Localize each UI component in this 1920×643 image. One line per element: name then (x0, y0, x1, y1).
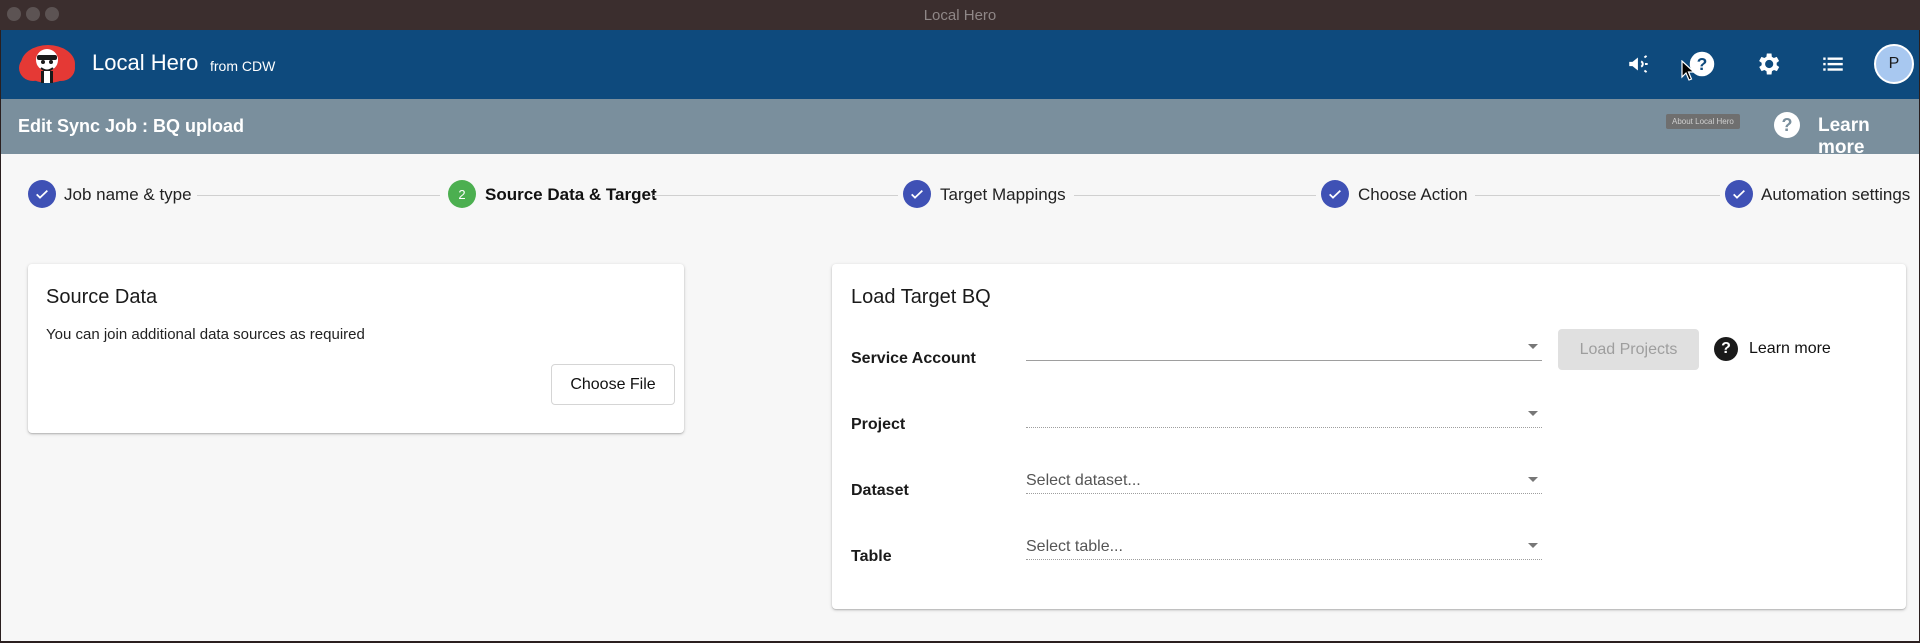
step-3-label[interactable]: Target Mappings (940, 185, 1066, 205)
service-account-label: Service Account (851, 350, 976, 367)
dataset-label: Dataset (851, 482, 909, 499)
mouse-cursor-icon (1681, 60, 1696, 81)
chevron-down-icon (1528, 344, 1538, 349)
list-icon[interactable] (1817, 48, 1849, 80)
gear-icon[interactable] (1752, 48, 1784, 80)
step-2-label[interactable]: Source Data & Target (485, 185, 657, 205)
page-header-bar: Edit Sync Job : BQ upload About Local He… (1, 99, 1919, 158)
choose-file-button[interactable]: Choose File (551, 364, 675, 405)
svg-text:?: ? (1697, 54, 1708, 74)
step-connector (1074, 195, 1316, 196)
select-underline (1026, 559, 1542, 560)
select-underline (1026, 360, 1542, 361)
page-help-icon[interactable]: ? (1774, 112, 1800, 138)
window-title: Local Hero (923, 7, 997, 24)
table-label: Table (851, 548, 892, 565)
app-name: Local Hero (92, 50, 199, 75)
page-title: Edit Sync Job : BQ upload (18, 116, 245, 136)
select-underline (1026, 427, 1542, 428)
about-tooltip: About Local Hero (1666, 114, 1740, 129)
learn-more-link[interactable]: Learn more (1749, 340, 1831, 358)
step-connector (197, 195, 440, 196)
chevron-down-icon (1528, 477, 1538, 482)
megaphone-icon[interactable] (1623, 48, 1655, 80)
local-hero-logo (19, 45, 75, 83)
step-4-label[interactable]: Choose Action (1358, 185, 1468, 205)
page-learn-more-link[interactable]: Learn more (1818, 115, 1919, 159)
table-placeholder: Select table... (1026, 538, 1123, 555)
source-data-title: Source Data (46, 286, 158, 308)
source-data-card: Source Data You can join additional data… (28, 264, 684, 433)
project-select[interactable] (1026, 400, 1542, 428)
step-5-check-icon[interactable] (1725, 180, 1753, 208)
step-1-label[interactable]: Job name & type (64, 185, 192, 205)
step-3-check-icon[interactable] (903, 180, 931, 208)
app-subtitle: from CDW (210, 58, 276, 74)
step-4-check-icon[interactable] (1321, 180, 1349, 208)
table-select[interactable]: Select table... (1026, 532, 1542, 560)
step-connector (653, 195, 898, 196)
load-target-title: Load Target BQ (851, 286, 991, 308)
chevron-down-icon (1528, 411, 1538, 416)
service-account-help-icon[interactable]: ? (1714, 337, 1738, 361)
step-1-check-icon[interactable] (28, 180, 56, 208)
app-header: Local Hero from CDW ? P (1, 30, 1919, 99)
user-avatar[interactable]: P (1874, 44, 1914, 84)
step-2-number[interactable]: 2 (448, 180, 476, 208)
step-5-label[interactable]: Automation settings (1761, 185, 1910, 205)
window-titlebar: Local Hero (0, 0, 1920, 30)
app-window: Local Hero from CDW ? P Edit Sync Job : … (1, 30, 1919, 641)
dataset-select[interactable]: Select dataset... (1026, 466, 1542, 494)
dataset-placeholder: Select dataset... (1026, 472, 1141, 489)
load-projects-button[interactable]: Load Projects (1558, 329, 1699, 370)
source-data-description: You can join additional data sources as … (46, 326, 365, 343)
project-label: Project (851, 416, 906, 433)
service-account-select[interactable] (1026, 333, 1542, 361)
load-target-card: Load Target BQ Service Account Load Proj… (832, 264, 1906, 609)
chevron-down-icon (1528, 543, 1538, 548)
select-underline (1026, 493, 1542, 494)
step-connector (1475, 195, 1720, 196)
